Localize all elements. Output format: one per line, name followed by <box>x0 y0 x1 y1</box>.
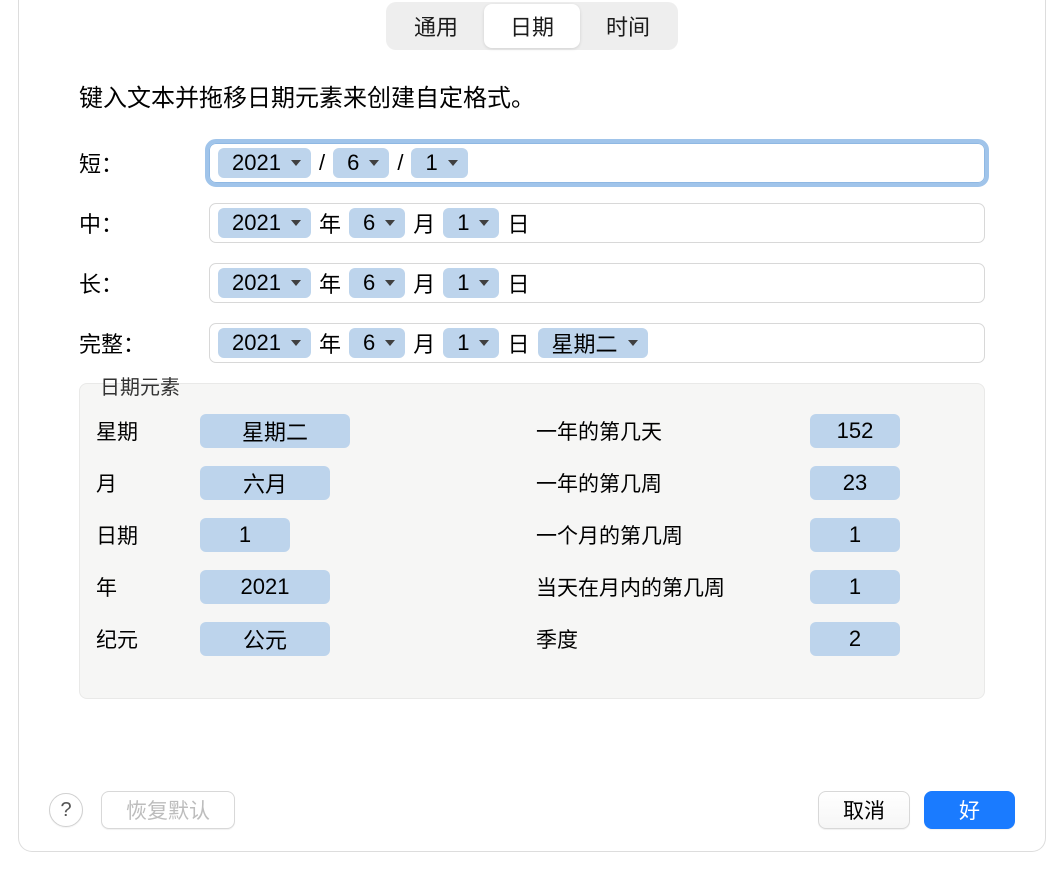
label-medium: 中： <box>79 207 209 239</box>
suffix-day: 日 <box>505 267 531 299</box>
elem-label-weekday: 星期 <box>92 416 192 446</box>
token-month-text: 6 <box>363 330 375 356</box>
row-long: 长： 2021 年 6 月 1 日 <box>79 263 985 303</box>
suffix-month: 月 <box>411 327 437 359</box>
chip-quarter[interactable]: 2 <box>810 622 900 656</box>
chevron-down-icon <box>448 160 458 166</box>
field-medium[interactable]: 2021 年 6 月 1 日 <box>209 203 985 243</box>
chip-doy[interactable]: 152 <box>810 414 900 448</box>
token-month[interactable]: 6 <box>349 328 405 358</box>
date-format-dialog: 通用 日期 时间 键入文本并拖移日期元素来创建自定格式。 短： 2021 / 6… <box>18 0 1046 852</box>
token-month[interactable]: 6 <box>349 208 405 238</box>
elem-label-era: 纪元 <box>92 624 192 654</box>
instruction-text: 键入文本并拖移日期元素来创建自定格式。 <box>79 78 985 113</box>
suffix-month: 月 <box>411 207 437 239</box>
chip-date[interactable]: 1 <box>200 518 290 552</box>
separator-slash: / <box>317 150 327 176</box>
chevron-down-icon <box>291 220 301 226</box>
label-full: 完整： <box>79 327 209 359</box>
token-day[interactable]: 1 <box>443 208 499 238</box>
token-day[interactable]: 1 <box>411 148 467 178</box>
chevron-down-icon <box>369 160 379 166</box>
elem-label-doy: 一年的第几天 <box>532 416 802 446</box>
token-day-text: 1 <box>425 150 437 176</box>
token-weekday[interactable]: 星期二 <box>538 328 648 358</box>
chip-weekday[interactable]: 星期二 <box>200 414 350 448</box>
token-month[interactable]: 6 <box>333 148 389 178</box>
chevron-down-icon <box>479 340 489 346</box>
token-day-text: 1 <box>457 270 469 296</box>
date-elements-title: 日期元素 <box>100 371 180 400</box>
tab-segment: 通用 日期 时间 <box>386 2 678 50</box>
format-rows: 短： 2021 / 6 / 1 中： 2021 年 6 月 1 日 长： <box>79 143 985 363</box>
separator-slash: / <box>395 150 405 176</box>
elements-col-right: 一年的第几天 152 一年的第几周 23 一个月的第几周 1 当天在月内的第几周… <box>532 402 972 674</box>
token-month-text: 6 <box>363 270 375 296</box>
token-year-text: 2021 <box>232 210 281 236</box>
token-day[interactable]: 1 <box>443 268 499 298</box>
field-short[interactable]: 2021 / 6 / 1 <box>209 143 985 183</box>
chevron-down-icon <box>291 280 301 286</box>
token-year-text: 2021 <box>232 150 281 176</box>
help-button[interactable]: ? <box>49 793 83 827</box>
token-day[interactable]: 1 <box>443 328 499 358</box>
token-weekday-text: 星期二 <box>552 327 618 359</box>
row-full: 完整： 2021 年 6 月 1 日 星期二 <box>79 323 985 363</box>
cancel-button[interactable]: 取消 <box>818 791 910 829</box>
tab-date[interactable]: 日期 <box>484 4 580 48</box>
token-year[interactable]: 2021 <box>218 208 311 238</box>
suffix-day: 日 <box>505 327 531 359</box>
tab-general[interactable]: 通用 <box>388 4 484 48</box>
elem-label-date: 日期 <box>92 520 192 550</box>
token-month[interactable]: 6 <box>349 268 405 298</box>
suffix-day: 日 <box>505 207 531 239</box>
restore-defaults-button[interactable]: 恢复默认 <box>101 791 235 829</box>
tab-time[interactable]: 时间 <box>580 4 676 48</box>
token-year[interactable]: 2021 <box>218 328 311 358</box>
tab-bar: 通用 日期 时间 <box>49 2 1015 50</box>
token-year[interactable]: 2021 <box>218 268 311 298</box>
chevron-down-icon <box>628 340 638 346</box>
label-short: 短： <box>79 147 209 179</box>
label-long: 长： <box>79 267 209 299</box>
chip-month[interactable]: 六月 <box>200 466 330 500</box>
field-long[interactable]: 2021 年 6 月 1 日 <box>209 263 985 303</box>
dialog-footer: ? 恢复默认 取消 好 <box>49 791 1015 829</box>
chevron-down-icon <box>385 280 395 286</box>
ok-button[interactable]: 好 <box>924 791 1015 829</box>
token-day-text: 1 <box>457 210 469 236</box>
chip-woy[interactable]: 23 <box>810 466 900 500</box>
elem-label-woy: 一年的第几周 <box>532 468 802 498</box>
chip-wom[interactable]: 1 <box>810 518 900 552</box>
chip-year[interactable]: 2021 <box>200 570 330 604</box>
chevron-down-icon <box>385 220 395 226</box>
elem-label-wom: 一个月的第几周 <box>532 520 802 550</box>
elements-col-left: 星期 星期二 月 六月 日期 1 年 2021 纪元 公元 <box>92 402 532 674</box>
chevron-down-icon <box>385 340 395 346</box>
row-medium: 中： 2021 年 6 月 1 日 <box>79 203 985 243</box>
row-short: 短： 2021 / 6 / 1 <box>79 143 985 183</box>
token-year-text: 2021 <box>232 330 281 356</box>
token-month-text: 6 <box>347 150 359 176</box>
suffix-year: 年 <box>317 267 343 299</box>
token-day-text: 1 <box>457 330 469 356</box>
chevron-down-icon <box>479 220 489 226</box>
chevron-down-icon <box>479 280 489 286</box>
elem-label-month: 月 <box>92 468 192 498</box>
token-month-text: 6 <box>363 210 375 236</box>
suffix-year: 年 <box>317 327 343 359</box>
elem-label-dow-in-month: 当天在月内的第几周 <box>532 572 802 602</box>
suffix-month: 月 <box>411 267 437 299</box>
chip-era[interactable]: 公元 <box>200 622 330 656</box>
chevron-down-icon <box>291 160 301 166</box>
chip-dow-in-month[interactable]: 1 <box>810 570 900 604</box>
elem-label-year: 年 <box>92 572 192 602</box>
elem-label-quarter: 季度 <box>532 624 802 654</box>
suffix-year: 年 <box>317 207 343 239</box>
field-full[interactable]: 2021 年 6 月 1 日 星期二 <box>209 323 985 363</box>
date-elements-panel: 日期元素 星期 星期二 月 六月 日期 1 年 2021 <box>79 383 985 699</box>
token-year[interactable]: 2021 <box>218 148 311 178</box>
chevron-down-icon <box>291 340 301 346</box>
token-year-text: 2021 <box>232 270 281 296</box>
